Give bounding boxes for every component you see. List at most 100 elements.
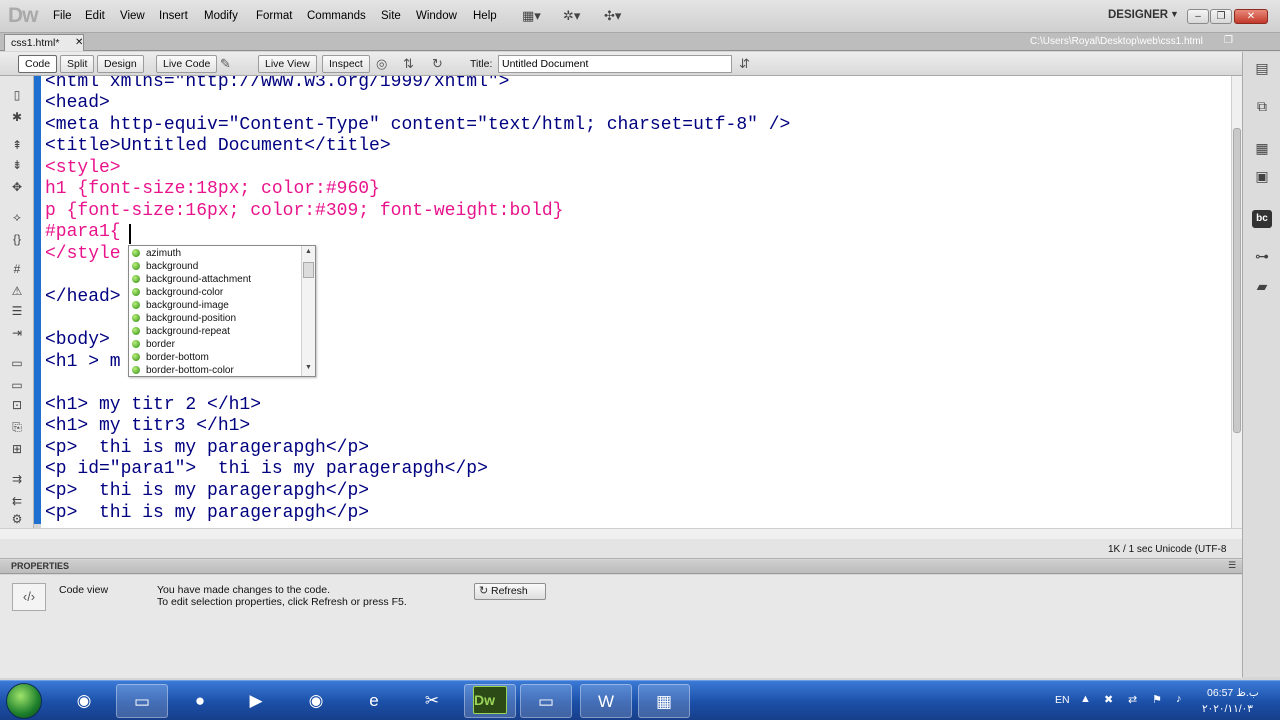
menu-help[interactable]: Help bbox=[473, 10, 497, 22]
panel-menu-icon[interactable]: ☰ bbox=[1228, 560, 1236, 571]
apply-comment-icon[interactable]: ▭ bbox=[9, 356, 25, 370]
code-hint-item[interactable]: background-image bbox=[132, 299, 229, 312]
dreamweaver-logo: Dw bbox=[8, 4, 38, 27]
auto-indent-icon[interactable]: ⇥ bbox=[9, 326, 25, 340]
sync-icon[interactable]: ⇄ bbox=[1128, 693, 1137, 706]
gear-icon[interactable]: ✲▾ bbox=[563, 8, 580, 24]
outdent-code-icon[interactable]: ⇇ bbox=[9, 494, 25, 508]
inspect-button[interactable]: Inspect bbox=[322, 55, 370, 73]
recent-snippets-icon[interactable]: ⎘ bbox=[9, 420, 25, 435]
flag-icon[interactable]: ⚑ bbox=[1152, 693, 1162, 706]
open-documents-icon[interactable]: ▯ bbox=[9, 88, 25, 102]
file-management-icon[interactable]: ⇅ bbox=[403, 56, 414, 72]
menu-insert[interactable]: Insert bbox=[159, 10, 188, 22]
insert-panel-icon[interactable]: ▤ bbox=[1252, 60, 1272, 77]
css-styles-icon[interactable]: ▣ bbox=[1252, 168, 1272, 185]
firefox-icon[interactable]: ● bbox=[174, 684, 226, 718]
design-view-button[interactable]: Design bbox=[97, 55, 144, 73]
files-panel-icon[interactable]: ⧉ bbox=[1252, 98, 1272, 115]
code-hint-item[interactable]: border bbox=[132, 338, 175, 351]
scroll-thumb[interactable] bbox=[303, 262, 314, 278]
word-icon[interactable]: W bbox=[580, 684, 632, 718]
language-indicator[interactable]: EN bbox=[1055, 694, 1070, 706]
file-explorer-icon[interactable]: ▭ bbox=[116, 684, 168, 718]
code-hint-item[interactable]: background-position bbox=[132, 312, 236, 325]
dreamweaver-icon[interactable]: Dw bbox=[473, 686, 507, 714]
title-input[interactable] bbox=[498, 55, 732, 73]
code-hint-item[interactable]: background-color bbox=[132, 286, 223, 299]
code-hint-item[interactable]: azimuth bbox=[132, 247, 181, 260]
internet-explorer-icon[interactable]: e bbox=[348, 684, 400, 718]
edit-icon[interactable]: ✎ bbox=[220, 56, 231, 72]
clock-time[interactable]: 06:57 ب.ظ bbox=[1207, 687, 1259, 699]
network-icon[interactable]: ✖ bbox=[1104, 693, 1113, 706]
code-hint-item[interactable]: background bbox=[132, 260, 198, 273]
check-page-icon[interactable]: ⇵ bbox=[739, 56, 750, 72]
menu-commands[interactable]: Commands bbox=[307, 10, 366, 22]
sitemap-icon[interactable]: ⊶ bbox=[1252, 248, 1272, 265]
workspace-switcher[interactable]: DESIGNER bbox=[1108, 9, 1168, 21]
media-player-icon[interactable]: ▶ bbox=[230, 684, 282, 718]
chrome-icon[interactable]: ◉ bbox=[290, 684, 342, 718]
live-code-button[interactable]: Live Code bbox=[156, 55, 218, 73]
highlight-invalid-code-icon[interactable]: ⚠ bbox=[9, 284, 25, 298]
minimize-button[interactable]: – bbox=[1187, 9, 1209, 24]
scroll-thumb[interactable] bbox=[1233, 128, 1241, 433]
indent-code-icon[interactable]: ⇉ bbox=[9, 472, 25, 486]
tray-expand-icon[interactable]: ▲ bbox=[1080, 693, 1091, 705]
document-tab[interactable]: css1.html* ✕ bbox=[4, 34, 84, 51]
expand-all-icon[interactable]: ✥ bbox=[9, 180, 25, 194]
menu-modify[interactable]: Modify bbox=[204, 10, 238, 22]
code-hint-item[interactable]: border-bottom bbox=[132, 351, 209, 364]
clock-date[interactable]: ۲۰۲۰/۱۱/۰۳ bbox=[1202, 703, 1253, 715]
close-icon[interactable]: ✕ bbox=[75, 37, 83, 48]
show-code-navigator-icon[interactable]: ✱ bbox=[9, 110, 25, 124]
layout-icon[interactable]: ▦▾ bbox=[522, 8, 541, 24]
collapse-selection-icon[interactable]: ⇟ bbox=[9, 158, 25, 172]
globe-icon[interactable]: ◎ bbox=[376, 56, 387, 72]
window-icon[interactable]: ▭ bbox=[520, 684, 572, 718]
code-view-button[interactable]: Code bbox=[18, 55, 58, 73]
menu-file[interactable]: File bbox=[53, 10, 72, 22]
menu-edit[interactable]: Edit bbox=[85, 10, 105, 22]
code-hint-list[interactable]: azimuth background background-attachment… bbox=[128, 245, 316, 377]
code-hint-item[interactable]: background-repeat bbox=[132, 325, 230, 338]
scroll-down-icon[interactable]: ▼ bbox=[305, 364, 312, 371]
assets-panel-icon[interactable]: ▦ bbox=[1252, 140, 1272, 157]
balance-braces-icon[interactable]: {} bbox=[9, 232, 25, 246]
syntax-coloring-icon[interactable]: ☰ bbox=[9, 304, 25, 318]
maximize-button[interactable]: ❐ bbox=[1210, 9, 1232, 24]
split-view-button[interactable]: Split bbox=[60, 55, 95, 73]
briefcase-icon[interactable]: ▰ bbox=[1252, 278, 1272, 295]
restore-icon[interactable]: ❐ bbox=[1224, 35, 1233, 46]
horizontal-scrollbar[interactable] bbox=[0, 528, 1242, 539]
control-panel-icon[interactable]: ▦ bbox=[638, 684, 690, 718]
menu-format[interactable]: Format bbox=[256, 10, 292, 22]
volume-icon[interactable]: ♪ bbox=[1176, 693, 1182, 705]
menu-view[interactable]: View bbox=[120, 10, 145, 22]
live-view-button[interactable]: Live View bbox=[258, 55, 317, 73]
business-catalyst-icon[interactable]: bc bbox=[1252, 210, 1272, 228]
code-hint-item[interactable]: background-attachment bbox=[132, 273, 251, 286]
code-hint-scrollbar[interactable]: ▲ ▼ bbox=[301, 246, 315, 376]
site-icon[interactable]: ✣▾ bbox=[604, 8, 621, 24]
refresh-icon[interactable]: ↻ bbox=[432, 56, 443, 72]
wrap-tag-icon[interactable]: ⊡ bbox=[9, 398, 25, 412]
vertical-scrollbar[interactable] bbox=[1231, 76, 1242, 528]
format-source-icon[interactable]: ⚙ bbox=[9, 512, 25, 526]
start-button[interactable] bbox=[6, 683, 42, 719]
chrome-icon[interactable]: ◉ bbox=[58, 684, 110, 718]
move-css-icon[interactable]: ⊞ bbox=[9, 442, 25, 456]
scroll-up-icon[interactable]: ▲ bbox=[305, 248, 312, 255]
line-numbers-icon[interactable]: # bbox=[9, 262, 25, 276]
properties-header[interactable]: PROPERTIES ☰ bbox=[0, 560, 1242, 574]
select-parent-tag-icon[interactable]: ⟡ bbox=[9, 210, 25, 225]
collapse-tag-icon[interactable]: ⇞ bbox=[9, 138, 25, 152]
remove-comment-icon[interactable]: ▭ bbox=[9, 378, 25, 392]
menu-window[interactable]: Window bbox=[416, 10, 457, 22]
close-button[interactable]: ✕ bbox=[1234, 9, 1268, 24]
menu-site[interactable]: Site bbox=[381, 10, 401, 22]
chevron-down-icon[interactable]: ▼ bbox=[1170, 9, 1179, 19]
snipping-tool-icon[interactable]: ✂ bbox=[406, 684, 458, 718]
code-hint-item[interactable]: border-bottom-color bbox=[132, 364, 234, 377]
